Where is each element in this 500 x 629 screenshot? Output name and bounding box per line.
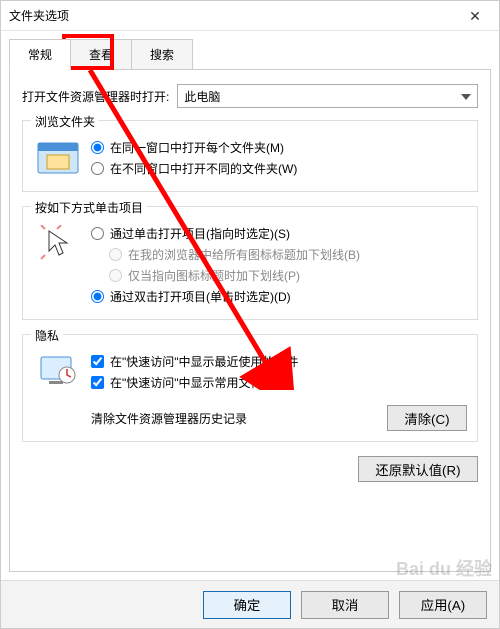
tab-strip: 常规 查看 搜索 <box>9 39 491 70</box>
apply-button[interactable]: 应用(A) <box>399 591 487 619</box>
open-with-label: 打开文件资源管理器时打开: <box>22 88 169 105</box>
radio-single-click[interactable]: 通过单击打开项目(指向时选定)(S) <box>91 225 467 242</box>
group-privacy-title: 隐私 <box>31 327 63 344</box>
window-title: 文件夹选项 <box>9 7 69 24</box>
clear-button-label: 清除(C) <box>404 409 449 428</box>
tab-general-label: 常规 <box>28 48 52 62</box>
check-recent-files[interactable]: 在"快速访问"中显示最近使用的文件 <box>91 353 467 370</box>
ok-button[interactable]: 确定 <box>203 591 291 619</box>
radio-same-window-label: 在同一窗口中打开每个文件夹(M) <box>110 139 284 156</box>
tab-search-label: 搜索 <box>150 48 174 62</box>
group-browse-folders: 浏览文件夹 在同一窗口中打开每个文件夹(M) <box>22 120 478 192</box>
check-recent-files-label: 在"快速访问"中显示最近使用的文件 <box>110 353 299 370</box>
clear-history-row: 清除文件资源管理器历史记录 清除(C) <box>33 405 467 431</box>
folder-options-dialog: 文件夹选项 ✕ 常规 查看 搜索 打开文件资源管理器时打开: 此电脑 浏览文件夹 <box>0 0 500 629</box>
tab-view-label: 查看 <box>89 48 113 62</box>
radio-same-window[interactable]: 在同一窗口中打开每个文件夹(M) <box>91 139 467 156</box>
tab-panel-general: 打开文件资源管理器时打开: 此电脑 浏览文件夹 <box>9 69 491 572</box>
radio-diff-window-input[interactable] <box>91 162 104 175</box>
folder-window-icon <box>37 139 79 177</box>
open-with-row: 打开文件资源管理器时打开: 此电脑 <box>22 84 478 108</box>
radio-underline-hover-input <box>109 269 122 282</box>
check-frequent-folders[interactable]: 在"快速访问"中显示常用文件夹 <box>91 374 467 391</box>
open-with-dropdown[interactable]: 此电脑 <box>177 84 478 108</box>
restore-defaults-label: 还原默认值(R) <box>375 460 460 479</box>
radio-diff-window[interactable]: 在不同窗口中打开不同的文件夹(W) <box>91 160 467 177</box>
group-browse-title: 浏览文件夹 <box>31 113 99 130</box>
restore-defaults-button[interactable]: 还原默认值(R) <box>358 456 478 482</box>
radio-diff-window-label: 在不同窗口中打开不同的文件夹(W) <box>110 160 297 177</box>
radio-single-click-input[interactable] <box>91 227 104 240</box>
check-frequent-folders-input[interactable] <box>91 376 104 389</box>
apply-button-label: 应用(A) <box>421 595 465 614</box>
radio-double-click[interactable]: 通过双击打开项目(单击时选定)(D) <box>91 288 467 305</box>
group-click-title: 按如下方式单击项目 <box>31 199 147 216</box>
tab-general[interactable]: 常规 <box>9 39 71 70</box>
open-with-value: 此电脑 <box>184 88 220 105</box>
tab-search[interactable]: 搜索 <box>131 39 193 70</box>
radio-single-click-label: 通过单击打开项目(指向时选定)(S) <box>110 225 290 242</box>
radio-underline-all-input <box>109 248 122 261</box>
radio-underline-hover: 仅当指向图标标题时加下划线(P) <box>109 267 467 284</box>
radio-underline-all: 在我的浏览器中给所有图标标题加下划线(B) <box>109 246 467 263</box>
radio-double-click-label: 通过双击打开项目(单击时选定)(D) <box>110 288 291 305</box>
titlebar: 文件夹选项 ✕ <box>1 1 499 31</box>
close-button[interactable]: ✕ <box>459 6 491 26</box>
ok-button-label: 确定 <box>234 595 261 614</box>
clear-history-label: 清除文件资源管理器历史记录 <box>91 410 247 427</box>
check-frequent-folders-label: 在"快速访问"中显示常用文件夹 <box>110 374 275 391</box>
radio-same-window-input[interactable] <box>91 141 104 154</box>
radio-underline-all-label: 在我的浏览器中给所有图标标题加下划线(B) <box>128 246 360 263</box>
cancel-button[interactable]: 取消 <box>301 591 389 619</box>
radio-underline-hover-label: 仅当指向图标标题时加下划线(P) <box>128 267 300 284</box>
group-click-items: 按如下方式单击项目 通过单击打开项目(指向时选定)(S) 在我的浏览器 <box>22 206 478 320</box>
check-recent-files-input[interactable] <box>91 355 104 368</box>
cursor-click-icon <box>37 225 79 263</box>
group-privacy: 隐私 在"快速访问"中显示最近使用的文件 <box>22 334 478 442</box>
clear-button[interactable]: 清除(C) <box>387 405 467 431</box>
restore-row: 还原默认值(R) <box>22 456 478 482</box>
privacy-monitor-icon <box>37 353 79 391</box>
chevron-down-icon <box>461 89 471 103</box>
tab-view[interactable]: 查看 <box>70 39 132 70</box>
cancel-button-label: 取消 <box>332 595 359 614</box>
radio-double-click-input[interactable] <box>91 290 104 303</box>
dialog-footer: 确定 取消 应用(A) <box>1 580 499 628</box>
